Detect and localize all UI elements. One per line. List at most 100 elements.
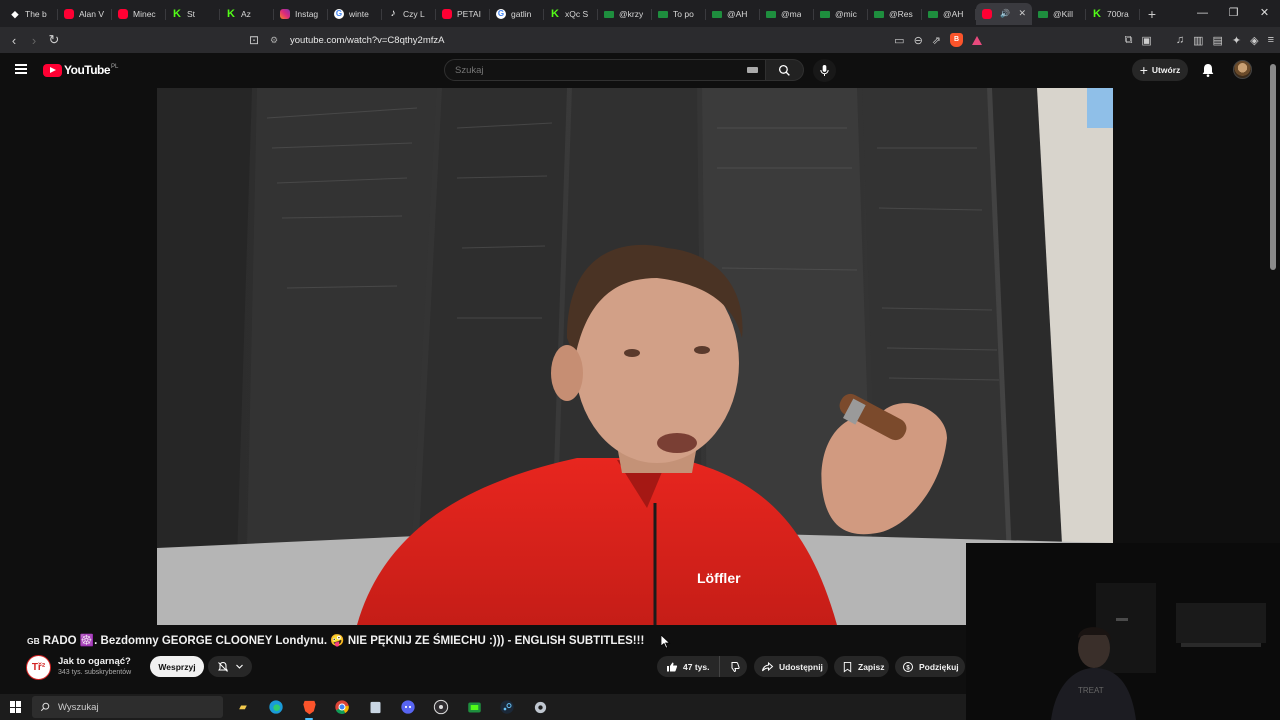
create-button[interactable]: + Utwórz [1132,59,1188,81]
browser-tab[interactable]: PETAI [436,3,490,25]
webcam-overlay: TREAT [966,543,1280,720]
browser-tab-label: To po [673,8,694,19]
bookmark-save-icon [843,661,852,672]
channel-avatar[interactable]: Tř² [26,655,51,680]
steam-icon[interactable] [497,697,517,717]
share-button[interactable]: Udostępnij [754,656,828,677]
brave-shields-icon[interactable]: B [950,33,963,47]
page-scrollbar[interactable] [1270,64,1276,270]
share-page-icon[interactable]: ⇗ [932,34,941,47]
browser-tab[interactable]: Gwinte [328,3,382,25]
tab-audio-icon[interactable]: 🔊 [1000,9,1010,18]
search-button[interactable] [766,59,804,81]
browser-tab[interactable]: ◆ The b [4,3,58,25]
sidebar-icon[interactable]: ▥ [1193,34,1203,47]
save-label: Zapisz [858,661,885,672]
media-icon[interactable]: ♫ [1176,34,1184,46]
browser-tab[interactable]: @krzy [598,3,652,25]
forward-button[interactable]: › [24,33,44,48]
youtube-header: YouTube PL + Utwórz [0,53,1280,87]
kick-app-icon[interactable] [464,697,484,717]
browser-tab[interactable]: To po [652,3,706,25]
reload-button[interactable]: ↻ [44,32,64,48]
tab-list: ◆ The b Alan V Minec K St K Az Instag Gwinte ♪ Czy … [4,2,1140,25]
cast-icon[interactable]: ▭ [894,34,904,47]
like-button[interactable]: 47 tys. [657,656,720,677]
youtube-icon [442,8,452,19]
browser-tab[interactable]: Ggatlin [490,3,544,25]
browser-tab[interactable]: @Res [868,3,922,25]
browser-tab[interactable]: K 700ra [1086,3,1140,25]
support-button[interactable]: Wesprzyj [150,656,204,677]
browser-tab[interactable]: Alan V [58,3,112,25]
brave-browser-icon[interactable] [299,697,319,720]
dislike-button[interactable] [720,661,747,673]
url-box[interactable]: ⊡ ⚙ youtube.com/watch?v=C8qthy2mfzA ▭ ⊖ … [244,29,992,51]
minimize-button[interactable]: — [1187,0,1218,27]
browser-toolbar-icons: ⧉ ▣ ♫ ▥ ▤ ✦ ◈ ≡ [1125,27,1274,53]
thanks-button[interactable]: $ Podziękuj [895,656,965,677]
menu-icon[interactable]: ≡ [1268,34,1274,46]
file-explorer-icon[interactable]: ▰ [233,697,253,717]
vpn-shield-icon[interactable]: ◈ [1250,34,1258,47]
bell-off-icon [217,661,228,672]
url-text[interactable]: youtube.com/watch?v=C8qthy2mfzA [290,35,444,46]
leo-ai-icon[interactable]: ✦ [1232,34,1241,47]
user-avatar[interactable] [1233,60,1252,79]
share-label: Udostępnij [779,661,823,672]
browser-tab[interactable]: KxQc S [544,3,598,25]
settings-gear-icon[interactable] [530,697,550,717]
discord-icon[interactable] [398,697,418,717]
channel-name[interactable]: Jak to ogarnąć? [58,656,131,667]
kick-icon: K [1093,7,1101,20]
youtube-logo[interactable]: YouTube PL [43,63,118,77]
search-input[interactable] [445,60,735,81]
browser-tab[interactable]: @Kill [1032,3,1086,25]
back-button[interactable]: ‹ [4,33,24,48]
browser-tab-label: @AH [943,8,964,19]
windows-start-icon[interactable] [10,701,22,713]
browser-tab[interactable]: ♪ Czy L [382,3,436,25]
screenshot-icon[interactable]: ▣ [1141,34,1151,47]
notepad-icon[interactable] [365,697,385,717]
browser-tab[interactable]: K St [166,3,220,25]
browser-tab-label: Instag [295,8,319,19]
close-window-button[interactable]: ✕ [1249,0,1280,27]
windows-taskbar: Wyszukaj ▰ [0,694,966,720]
taskbar-search[interactable]: Wyszukaj [32,696,223,718]
save-button[interactable]: Zapisz [834,656,889,677]
chrome-icon[interactable] [332,697,352,717]
brave-icon: ◆ [11,8,19,19]
subscribed-notifications-button[interactable] [208,656,252,677]
notifications-bell-icon[interactable] [1200,62,1216,78]
browser-tab[interactable]: @AH [922,3,976,25]
browser-tab[interactable]: 🔊 ✕ [976,2,1032,25]
voice-search-button[interactable] [813,59,836,82]
browser-tab[interactable]: @mic [814,3,868,25]
restore-button[interactable]: ❐ [1218,0,1249,27]
edge-icon[interactable] [266,697,286,717]
browser-tab[interactable]: Minec [112,3,166,25]
site-info-icon[interactable]: ⚙ [264,35,284,46]
zoom-icon[interactable]: ⊖ [914,34,923,47]
hamburger-menu-icon[interactable] [15,64,27,74]
browser-tab[interactable]: K Az [220,3,274,25]
browser-tab[interactable]: @AH [706,3,760,25]
wallet-icon[interactable]: ▤ [1212,34,1222,47]
browser-tab-label: @krzy [619,8,644,19]
browser-tab[interactable]: Instag [274,3,328,25]
brave-rewards-icon[interactable] [972,35,982,45]
search-icon [778,64,790,76]
bookmark-icon[interactable]: ⊡ [244,33,264,47]
obs-icon[interactable] [431,697,451,717]
new-tab-button[interactable]: + [1140,6,1164,22]
search-box[interactable] [444,59,766,81]
region-code: PL [111,63,119,70]
tab-close-icon[interactable]: ✕ [1018,8,1026,19]
browser-tab-label: @mic [835,8,857,19]
browser-tab[interactable]: @ma [760,3,814,25]
keyboard-icon[interactable] [747,67,758,73]
youtube-play-icon [43,63,62,77]
extensions-icon[interactable]: ⧉ [1125,34,1133,47]
kick-icon: K [551,7,559,20]
